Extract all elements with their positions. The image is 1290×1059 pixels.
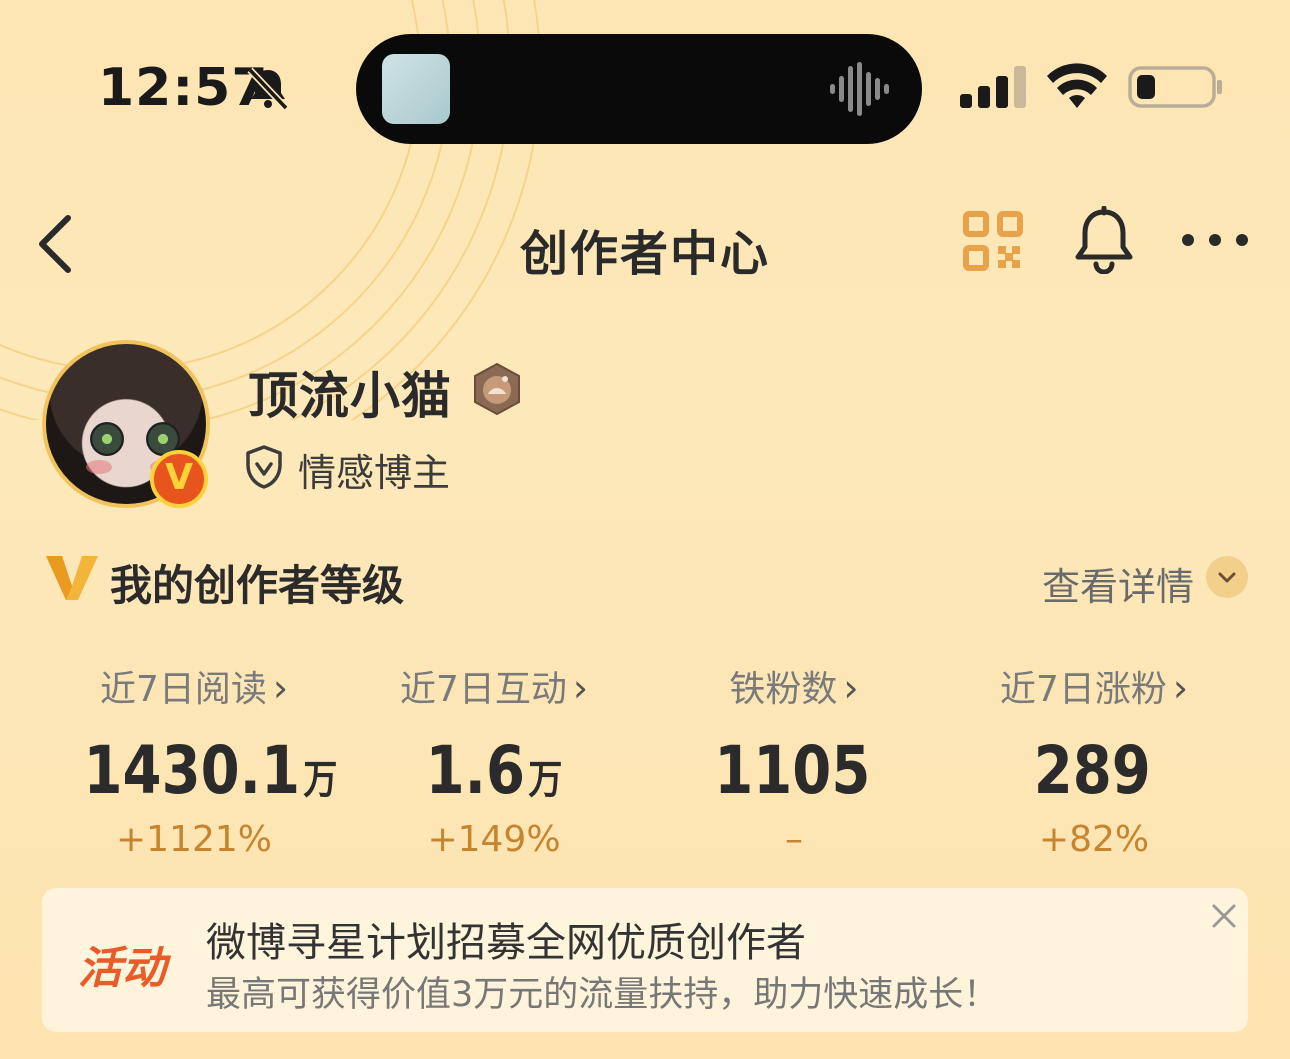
creator-v-logo-icon: [46, 556, 98, 600]
activity-tag: 活动: [78, 943, 166, 994]
notification-bell-icon[interactable]: [1072, 206, 1136, 274]
dynamic-island[interactable]: [356, 34, 922, 144]
chevron-down-icon[interactable]: [1206, 556, 1248, 598]
chevron-right-icon: ›: [1172, 666, 1189, 710]
stat-unit: 万: [528, 757, 563, 803]
creator-level-badge-icon[interactable]: [472, 362, 522, 416]
stat-value: 289: [1033, 732, 1151, 809]
more-icon[interactable]: [1178, 228, 1252, 252]
verified-badge: V: [150, 450, 208, 508]
banner-subtitle: 最高可获得价值3万元的流量扶持，助力快速成长！: [206, 975, 999, 1015]
stat-change: +82%: [1038, 819, 1150, 860]
stat-7day-new-fans[interactable]: 近7日涨粉 › 289 +82%: [964, 660, 1224, 860]
stat-label: 近7日涨粉: [999, 669, 1167, 710]
activity-banner[interactable]: 活动 微博寻星计划招募全网优质创作者 最高可获得价值3万元的流量扶持，助力快速成…: [42, 888, 1248, 1032]
bell-off-icon: [247, 67, 289, 110]
stat-value: 1.6: [425, 732, 525, 809]
avatar-cheek: [86, 460, 112, 474]
stat-iron-fans[interactable]: 铁粉数 › 1105 –: [664, 660, 924, 860]
banner-title: 微博寻星计划招募全网优质创作者: [206, 920, 806, 966]
avatar-eye: [90, 422, 124, 456]
stat-7day-reads[interactable]: 近7日阅读 › 1430.1万 +1121%: [64, 660, 338, 860]
status-time: 12:57: [98, 58, 269, 118]
stat-change: +149%: [427, 819, 561, 860]
stat-label: 近7日阅读: [99, 669, 267, 710]
chevron-right-icon: ›: [272, 666, 289, 710]
media-thumbnail: [382, 54, 450, 124]
qr-code-icon[interactable]: [962, 210, 1024, 272]
wifi-icon: [1047, 63, 1107, 108]
stat-change: –: [785, 819, 803, 860]
username[interactable]: 顶流小猫: [248, 356, 452, 428]
chevron-right-icon: ›: [843, 666, 859, 710]
view-details-link[interactable]: 查看详情: [1042, 556, 1194, 611]
stat-label: 近7日互动: [399, 669, 567, 710]
battery-icon: [1128, 66, 1222, 108]
audio-waveform-icon: [830, 62, 889, 116]
stat-value: 1105: [714, 732, 871, 809]
signal-icon: [960, 66, 1026, 108]
stat-unit: 万: [303, 757, 338, 803]
stat-label: 铁粉数: [729, 669, 838, 710]
close-icon[interactable]: [1206, 898, 1242, 934]
stat-7day-interactions[interactable]: 近7日互动 › 1.6万 +149%: [364, 660, 624, 860]
shield-icon: [246, 445, 282, 489]
chevron-right-icon: ›: [572, 666, 589, 710]
creator-level-title: 我的创作者等级: [110, 561, 405, 610]
stat-change: +1121%: [116, 819, 272, 860]
stat-value: 1430.1: [83, 732, 300, 809]
creator-role-label: 情感博主: [298, 451, 451, 495]
